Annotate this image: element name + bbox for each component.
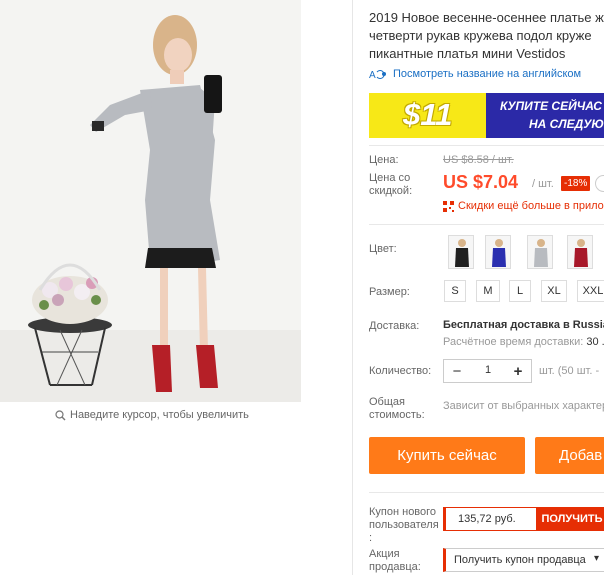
product-details: 2019 Новое весенне-осеннее платье ж четв… <box>369 0 604 575</box>
price-label: Цена: <box>369 154 399 166</box>
size-label: Размер: <box>369 286 410 298</box>
discount-price-label-line: Цена со <box>369 172 411 184</box>
new-user-coupon-label-line: пользователя <box>369 519 439 531</box>
product-title: 2019 Новое весенне-осеннее платье ж четв… <box>369 9 604 63</box>
size-option-xl[interactable]: XL <box>541 280 567 302</box>
color-swatch-red[interactable] <box>567 235 593 269</box>
zoom-hint-text: Наведите курсор, чтобы увеличить <box>70 409 249 421</box>
delivery-estimate-value: 30 . <box>586 336 604 348</box>
delivery-estimate: Расчётное время доставки: 30 . <box>443 336 604 348</box>
color-swatch-black[interactable] <box>448 235 474 269</box>
translate-title-link[interactable]: A Посмотреть название на английском <box>369 68 582 81</box>
chevron-down-icon: ▾ <box>594 553 600 564</box>
new-user-coupon: 135,72 руб. ПОЛУЧИТЬ <box>443 507 604 531</box>
new-user-coupon-label: Купон нового пользователя : <box>369 506 439 545</box>
seller-coupon-dropdown[interactable]: Получить купон продавца ▾ <box>443 548 604 572</box>
column-divider <box>352 0 353 575</box>
svg-text:A: A <box>369 70 376 80</box>
delivery-estimate-label: Расчётное время доставки: <box>443 336 584 348</box>
quantity-input[interactable]: 1 <box>470 364 506 376</box>
translate-icon: A <box>369 68 387 81</box>
quantity-stepper: − 1 + <box>443 359 532 383</box>
coupon-amount: 135,72 руб. <box>458 513 516 525</box>
discount-price-label-line: скидкой: <box>369 185 413 197</box>
size-option-l[interactable]: L <box>509 280 531 302</box>
quantity-label: Количество: <box>369 365 432 377</box>
zoom-hint: Наведите курсор, чтобы увеличить <box>55 409 249 421</box>
add-to-cart-button[interactable]: Добав <box>535 437 604 474</box>
original-price: US $8.58 / шт. <box>443 154 514 166</box>
qr-code-icon <box>443 200 454 212</box>
per-unit-label: / шт. <box>532 178 554 190</box>
get-coupon-button[interactable]: ПОЛУЧИТЬ <box>536 508 604 530</box>
discount-price: US $7.04 <box>443 172 519 192</box>
new-user-coupon-label-line: : <box>369 532 373 544</box>
divider <box>369 224 604 225</box>
color-swatch-blue[interactable] <box>485 235 511 269</box>
color-swatch-gray[interactable] <box>527 235 553 269</box>
delivery-label: Доставка: <box>369 320 420 332</box>
discount-badge: -18% <box>561 176 591 191</box>
app-discount-text: Скидки ещё больше в прило <box>458 200 604 212</box>
size-option-s[interactable]: S <box>444 280 466 302</box>
seller-promo-label: Акция продавца: <box>369 548 421 574</box>
discount-price-label: Цена со скидкой: <box>369 172 412 198</box>
seller-promo-label-line: Акция <box>369 548 400 560</box>
new-user-coupon-label-line: Купон нового <box>369 506 437 518</box>
size-option-m[interactable]: M <box>476 280 500 302</box>
product-photo-illustration <box>0 0 301 402</box>
divider <box>369 145 604 146</box>
seller-promo-label-line: продавца: <box>369 561 421 573</box>
translate-link-text: Посмотреть название на английском <box>393 68 582 80</box>
promo-banner-cta-line1: КУПИТЕ СЕЙЧАС <box>500 99 602 113</box>
total-note: Зависит от выбранных характер <box>443 400 604 412</box>
product-title-line: 2019 Новое весенне-осеннее платье ж <box>369 10 604 25</box>
total-label-line: Общая <box>369 396 405 408</box>
product-title-line: четверти рукав кружева подол круже <box>369 28 592 43</box>
color-label: Цвет: <box>369 243 397 255</box>
quantity-increase-button[interactable]: + <box>506 361 530 381</box>
magnifier-icon <box>55 409 66 421</box>
divider <box>369 492 604 493</box>
product-title-line: пикантные платья мини Vestidos <box>369 46 566 61</box>
buy-now-button[interactable]: Купить сейчас <box>369 437 525 474</box>
delivery-method[interactable]: Бесплатная доставка в Russia <box>443 319 604 331</box>
seller-coupon-dropdown-text: Получить купон продавца <box>454 554 586 566</box>
quantity-decrease-button[interactable]: − <box>445 361 469 381</box>
product-image[interactable] <box>0 0 301 402</box>
total-label-line: стоимость: <box>369 409 425 421</box>
app-discount-link[interactable]: Скидки ещё больше в прило <box>443 200 604 212</box>
stock-note: шт. (50 шт. - <box>539 365 600 377</box>
promo-banner[interactable]: $11 КУПИТЕ СЕЙЧАС НА СЛЕДУЮ <box>369 93 604 138</box>
product-page: Наведите курсор, чтобы увеличить 2019 Но… <box>0 0 604 575</box>
total-label: Общая стоимость: <box>369 396 425 422</box>
discount-tail-decoration <box>595 175 604 192</box>
promo-banner-price: $11 <box>403 97 453 132</box>
size-option-xxl[interactable]: XXL <box>577 280 604 302</box>
promo-banner-cta-line2: НА СЛЕДУЮ <box>529 117 604 131</box>
